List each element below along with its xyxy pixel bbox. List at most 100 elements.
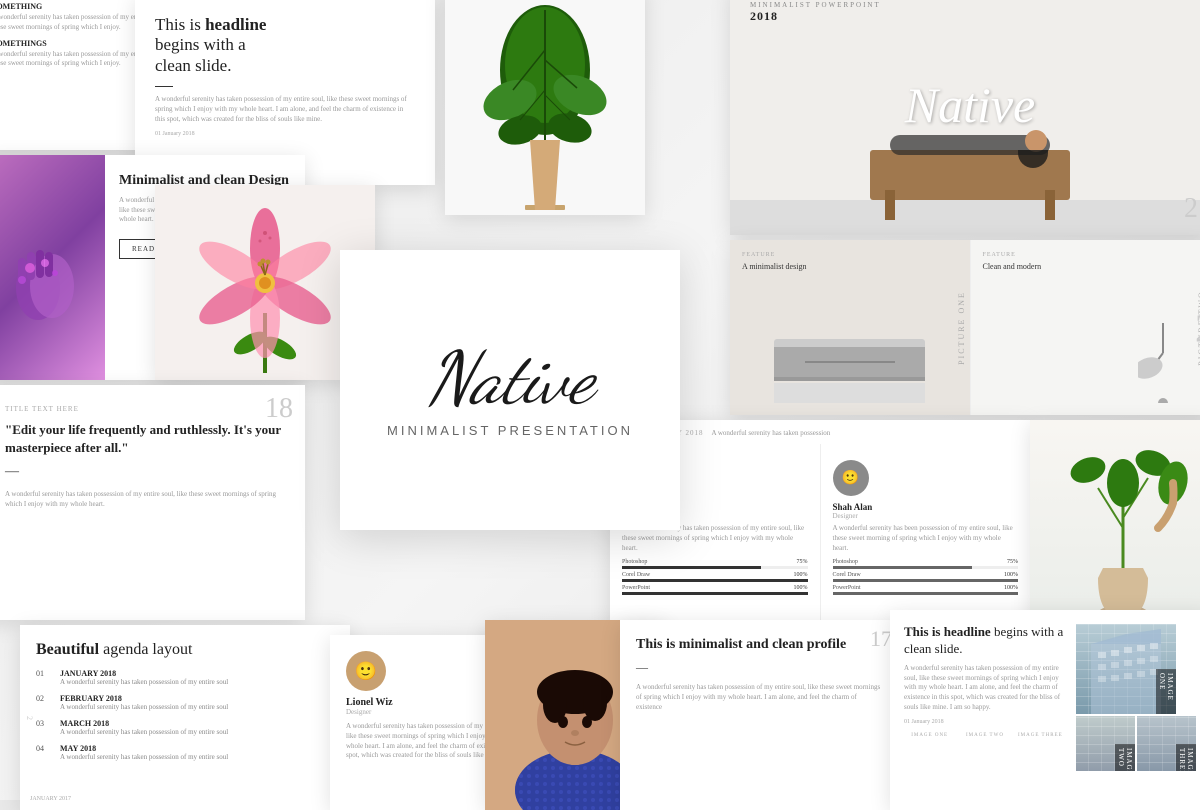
img-label-three: IMAGE THREE xyxy=(1015,733,1066,738)
lamp-icon xyxy=(1138,323,1188,403)
lamp-visual xyxy=(983,323,1199,403)
panel-one-date: FEATURE xyxy=(742,252,958,258)
skill-powerpoint-1-track xyxy=(622,592,808,595)
arch-title: This is headline begins with a clean sli… xyxy=(904,624,1066,658)
profile-shahalan-name: Shah Alan xyxy=(833,502,1019,512)
skill-powerpoint-1-label: PowerPoint100% xyxy=(622,585,808,591)
panel-one-content: FEATURE A minimalist design xyxy=(730,240,970,415)
slide-card-features: FEATURE A minimalist design Picture One xyxy=(730,240,1200,415)
clean-profile-title: This is minimalist and clean profile xyxy=(636,636,884,654)
agenda-item-3-date: MARCH 2018 xyxy=(60,719,228,728)
slide-card-quote: 18 TITLE TEXT HERE "Edit your life frequ… xyxy=(0,385,305,620)
arch-image-two: IMAGE TWO xyxy=(1076,716,1135,771)
img-badge-three: IMAGE THREE xyxy=(1176,744,1196,772)
arch-body: A wonderful serenity has taken possessio… xyxy=(904,664,1066,713)
person-visual: Native xyxy=(730,60,1200,235)
slide-card-agenda: Beautiful agenda layout 01 JANUARY 2018 … xyxy=(20,625,350,810)
arch-title-bold: This is headline xyxy=(904,624,991,639)
quote-body: A wonderful serenity has taken possessio… xyxy=(5,490,285,510)
skill-coreldraw-2-label: Corel Draw100% xyxy=(833,572,1019,578)
agenda-item-1-num: 01 xyxy=(36,669,52,686)
flower-icon xyxy=(175,193,355,373)
agenda-item-4: 04 MAY 2018 A wonderful serenity has tak… xyxy=(36,744,334,761)
profiles-desc: A wonderful serenity has taken possessio… xyxy=(711,429,830,439)
agenda-item-1-text: A wonderful serenity has taken possessio… xyxy=(60,678,228,686)
skill-powerpoint-1-fill xyxy=(622,592,808,595)
skill-powerpoint-2-fill xyxy=(833,592,1019,595)
agenda-title-light: agenda layout xyxy=(99,641,192,658)
slide-card-plant xyxy=(445,0,645,215)
headline-date: 01 January 2018 xyxy=(155,131,415,137)
table-leg-left xyxy=(885,190,895,220)
skill-coreldraw-1: Corel Draw100% xyxy=(622,572,808,582)
skill-photoshop-1: Photoshop75% xyxy=(622,559,808,569)
headline-title: This is headlinebegins with aclean slide… xyxy=(155,15,415,76)
panel-two-text: Clean and modern xyxy=(983,262,1199,271)
skill-powerpoint-1: PowerPoint100% xyxy=(622,585,808,595)
agenda-title: Beautiful agenda layout xyxy=(36,641,334,659)
hands-icon xyxy=(0,208,90,328)
img-label-two: IMAGE TWO xyxy=(959,733,1010,738)
native-script-branded: Native xyxy=(905,77,1036,133)
profile-shahalan-body: A wonderful serenity has been possession… xyxy=(833,524,1019,553)
skill-photoshop-1-fill xyxy=(622,566,761,569)
quote-label: TITLE TEXT HERE xyxy=(5,405,285,413)
img-badge-two: IMAGE TWO xyxy=(1115,744,1135,772)
quote-dash: — xyxy=(5,464,285,480)
agenda-item-3-text: A wonderful serenity has taken possessio… xyxy=(60,728,228,736)
arch-content: This is headline begins with a clean sli… xyxy=(904,624,1066,771)
agenda-item-2-content: FEBRUARY 2018 A wonderful serenity has t… xyxy=(60,694,228,711)
skill-coreldraw-1-pct: 100% xyxy=(794,572,808,578)
table-leg-right xyxy=(1045,190,1055,220)
clean-profile-body: A wonderful serenity has taken possessio… xyxy=(636,683,884,712)
skill-coreldraw-2-track xyxy=(833,579,1019,582)
native-overlay: Native xyxy=(730,80,1200,130)
slide-card-native-branded: MINIMALIST POWERPOINT 2018 xyxy=(730,0,1200,235)
agenda-item-4-text: A wonderful serenity has taken possessio… xyxy=(60,753,228,761)
agenda-item-2-num: 02 xyxy=(36,694,52,711)
design-card-left xyxy=(0,155,105,380)
agenda-item-2-text: A wonderful serenity has taken possessio… xyxy=(60,703,228,711)
agenda-item-4-date: MAY 2018 xyxy=(60,744,228,753)
quote-text: "Edit your life frequently and ruthlessl… xyxy=(5,421,285,456)
skill-coreldraw-2-fill xyxy=(833,579,1019,582)
skill-photoshop-1-label: Photoshop75% xyxy=(622,559,808,565)
skill-powerpoint-1-pct: 100% xyxy=(794,585,808,591)
img-label-one: IMAGE ONE xyxy=(904,733,955,738)
headline-body: A wonderful serenity has taken possessio… xyxy=(155,95,415,124)
year-label: 2018 xyxy=(750,9,881,24)
slide-card-architecture: This is headline begins with a clean sli… xyxy=(890,610,1200,810)
arch-small-images: IMAGE TWO IMAGE THREE xyxy=(1076,716,1196,771)
feature-panel-two: FEATURE Clean and modern Picture Two xyxy=(971,240,1200,415)
skill-photoshop-2-pct: 75% xyxy=(1007,559,1018,565)
skill-photoshop-2: Photoshop75% xyxy=(833,559,1019,569)
skill-powerpoint-2: PowerPoint100% xyxy=(833,585,1019,595)
avatar-lionel: 🙂 xyxy=(346,651,386,691)
profile-shahalan-role: Designer xyxy=(833,512,1019,520)
right-plants-icon xyxy=(1058,448,1188,628)
printer-visual xyxy=(774,339,925,403)
skill-powerpoint-2-track xyxy=(833,592,1019,595)
agenda-item-1-date: JANUARY 2018 xyxy=(60,669,228,678)
panel-two-date: FEATURE xyxy=(983,252,1199,258)
slide-number-17: 17 xyxy=(870,626,892,652)
skill-photoshop-2-label: Photoshop75% xyxy=(833,559,1019,565)
arch-image-three: IMAGE THREE xyxy=(1137,716,1196,771)
minimalist-powerpoint-label: MINIMALIST POWERPOINT xyxy=(750,1,881,9)
skill-photoshop-2-track xyxy=(833,566,1019,569)
hands-purple-visual xyxy=(0,155,105,380)
agenda-item-3-content: MARCH 2018 A wonderful serenity has take… xyxy=(60,719,228,736)
skill-photoshop-1-track xyxy=(622,566,808,569)
clean-profile-dash: — xyxy=(636,660,884,675)
arch-building-main: IMAGE ONE xyxy=(1076,624,1176,714)
slide-number-quote: 18 xyxy=(265,393,293,425)
slide-card-clean-profile: 17 This is minimalist and clean profile … xyxy=(620,620,900,810)
skill-coreldraw-2-pct: 100% xyxy=(1004,572,1018,578)
arch-date: 01 January 2018 xyxy=(904,719,1066,725)
panel-one-text: A minimalist design xyxy=(742,262,958,271)
native-tagline: Minimalist Presentation xyxy=(387,423,633,438)
headline-divider xyxy=(155,86,173,87)
slide-number-2: 2 xyxy=(1184,193,1198,225)
person-head-silhouette xyxy=(1025,130,1047,152)
avatar-shahalan: 🙂 xyxy=(833,460,869,496)
